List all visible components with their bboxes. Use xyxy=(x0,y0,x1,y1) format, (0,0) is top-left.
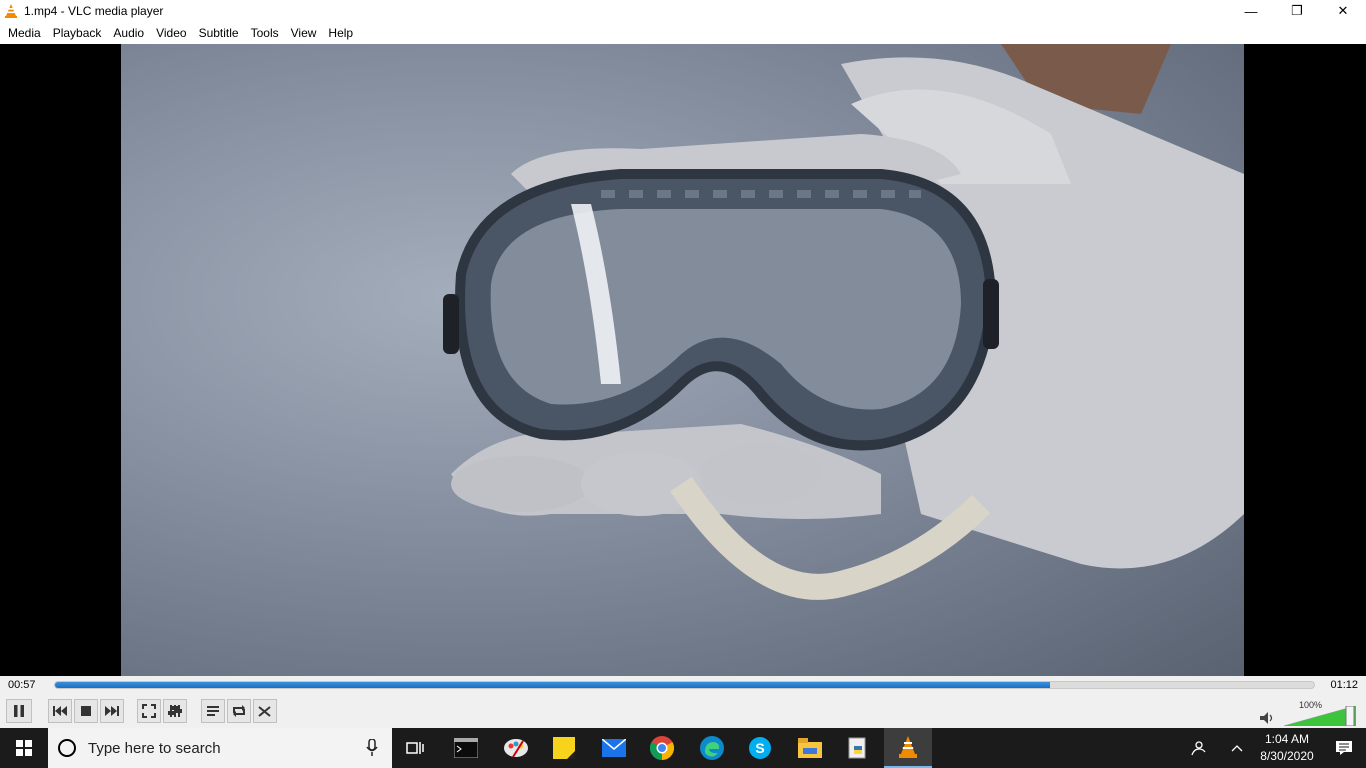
taskbar-terminal[interactable] xyxy=(442,728,490,768)
vlc-cone-icon xyxy=(5,4,17,18)
task-view-button[interactable] xyxy=(392,728,440,768)
pause-button[interactable] xyxy=(6,699,32,723)
cortana-icon xyxy=(58,739,76,757)
taskbar-sticky-notes[interactable] xyxy=(540,728,588,768)
taskbar-python[interactable] xyxy=(834,728,882,768)
sticky-notes-icon xyxy=(553,737,575,759)
start-button[interactable] xyxy=(0,728,48,768)
previous-button[interactable] xyxy=(48,699,72,723)
menu-tools[interactable]: Tools xyxy=(245,22,285,44)
vlc-window: 1.mp4 - VLC media player — ❐ ✕ Media Pla… xyxy=(0,0,1366,728)
menu-playback[interactable]: Playback xyxy=(47,22,108,44)
clock-date: 8/30/2020 xyxy=(1260,749,1314,763)
fullscreen-button[interactable] xyxy=(137,699,161,723)
taskbar-search[interactable]: Type here to search xyxy=(48,728,392,768)
microphone-icon[interactable] xyxy=(366,739,378,757)
stop-icon xyxy=(81,706,91,716)
minimize-button[interactable]: — xyxy=(1228,0,1274,22)
title-bar: 1.mp4 - VLC media player — ❐ ✕ xyxy=(0,0,1366,22)
video-still-goggles xyxy=(443,44,1244,600)
taskbar: Type here to search S 1:04 AM 8/30/2020 xyxy=(0,728,1366,768)
total-time: 01:12 xyxy=(1330,679,1358,691)
previous-icon xyxy=(53,706,67,716)
skype-icon: S xyxy=(749,737,771,759)
windows-logo-icon xyxy=(16,740,32,756)
video-frame[interactable] xyxy=(121,44,1244,676)
loop-button[interactable] xyxy=(227,699,251,723)
terminal-icon xyxy=(454,738,478,758)
menu-video[interactable]: Video xyxy=(150,22,192,44)
notification-icon xyxy=(1336,741,1352,755)
menu-audio[interactable]: Audio xyxy=(107,22,150,44)
window-title: 1.mp4 - VLC media player xyxy=(24,4,164,18)
taskbar-edge[interactable] xyxy=(688,728,736,768)
taskbar-clock[interactable]: 1:04 AM 8/30/2020 xyxy=(1252,731,1322,765)
speaker-icon[interactable] xyxy=(1260,712,1274,724)
mail-icon xyxy=(602,739,626,757)
task-view-icon xyxy=(406,742,424,754)
paint-icon xyxy=(504,739,528,758)
elapsed-time: 00:57 xyxy=(8,679,36,691)
extended-settings-button[interactable] xyxy=(163,699,187,723)
pause-icon xyxy=(14,705,24,717)
chrome-icon xyxy=(650,736,674,760)
playlist-icon xyxy=(207,706,219,716)
menu-view[interactable]: View xyxy=(285,22,323,44)
svg-text:S: S xyxy=(755,740,764,756)
taskbar-skype[interactable]: S xyxy=(736,728,784,768)
clock-time: 1:04 AM xyxy=(1264,732,1310,746)
chevron-up-icon xyxy=(1231,745,1243,752)
people-button[interactable] xyxy=(1178,728,1218,768)
search-placeholder: Type here to search xyxy=(88,739,221,757)
fullscreen-icon xyxy=(142,704,156,718)
menu-bar: Media Playback Audio Video Subtitle Tool… xyxy=(0,22,1366,44)
file-explorer-icon xyxy=(798,738,822,758)
people-icon xyxy=(1191,741,1206,756)
shuffle-button[interactable] xyxy=(253,699,277,723)
taskbar-paint[interactable] xyxy=(492,728,540,768)
menu-subtitle[interactable]: Subtitle xyxy=(193,22,245,44)
loop-icon xyxy=(233,705,245,717)
seek-row: 00:57 01:12 xyxy=(0,676,1366,696)
video-area[interactable] xyxy=(0,44,1366,676)
seek-bar[interactable] xyxy=(54,681,1315,689)
next-button[interactable] xyxy=(100,699,124,723)
controls-row: 100% xyxy=(0,696,1366,728)
taskbar-mail[interactable] xyxy=(590,728,638,768)
shuffle-icon xyxy=(258,706,271,717)
restore-button[interactable]: ❐ xyxy=(1274,0,1320,22)
edge-icon xyxy=(700,736,724,760)
extended-settings-icon xyxy=(168,705,182,717)
action-center-button[interactable] xyxy=(1322,728,1366,768)
vlc-icon xyxy=(899,736,917,758)
next-icon xyxy=(105,706,119,716)
menu-help[interactable]: Help xyxy=(322,22,359,44)
playlist-button[interactable] xyxy=(201,699,225,723)
show-hidden-icons-button[interactable] xyxy=(1222,728,1252,768)
stop-button[interactable] xyxy=(74,699,98,723)
seek-bar-fill xyxy=(55,682,1050,688)
taskbar-file-explorer[interactable] xyxy=(786,728,834,768)
menu-media[interactable]: Media xyxy=(2,22,47,44)
close-button[interactable]: ✕ xyxy=(1320,0,1366,22)
python-icon xyxy=(848,737,866,759)
volume-slider[interactable] xyxy=(1284,706,1356,726)
taskbar-vlc[interactable] xyxy=(884,728,932,768)
volume-control: 100% xyxy=(1260,700,1360,726)
taskbar-chrome[interactable] xyxy=(638,728,686,768)
